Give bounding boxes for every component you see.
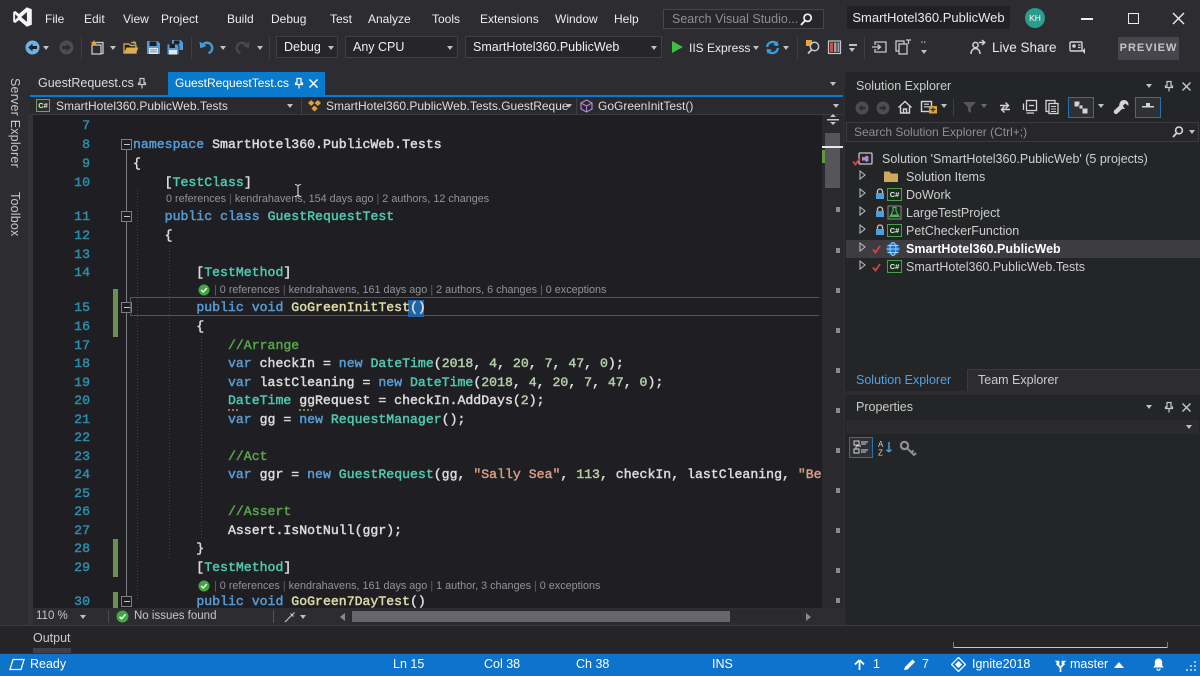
svg-text:Z: Z [878, 449, 883, 457]
